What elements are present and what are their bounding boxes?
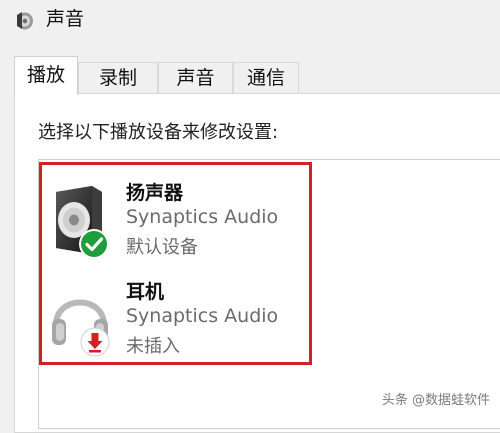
title-bar: 声音 <box>0 0 500 40</box>
tab-sounds[interactable]: 声音 <box>158 62 233 94</box>
instruction-text: 选择以下播放设备来修改设置: <box>38 122 279 143</box>
tab-communications[interactable]: 通信 <box>233 62 299 94</box>
device-driver: Synaptics Audio <box>126 305 279 327</box>
device-status: 默认设备 <box>126 237 198 258</box>
device-name: 扬声器 <box>126 182 184 204</box>
default-check-icon <box>79 229 109 259</box>
window-title: 声音 <box>46 8 85 30</box>
device-status: 未插入 <box>126 336 180 357</box>
device-item-headphones[interactable]: 耳机 Synaptics Audio 未插入 <box>44 277 306 369</box>
device-item-speakers[interactable]: 扬声器 Synaptics Audio 默认设备 <box>44 178 306 270</box>
device-driver: Synaptics Audio <box>126 206 279 228</box>
tab-playback[interactable]: 播放 <box>14 56 78 95</box>
tab-recording[interactable]: 录制 <box>78 62 158 94</box>
device-name: 耳机 <box>126 281 165 303</box>
speaker-app-icon <box>17 12 33 30</box>
unplugged-arrow-icon <box>80 327 110 357</box>
watermark: 头条 @数据蛙软件 <box>381 393 490 408</box>
